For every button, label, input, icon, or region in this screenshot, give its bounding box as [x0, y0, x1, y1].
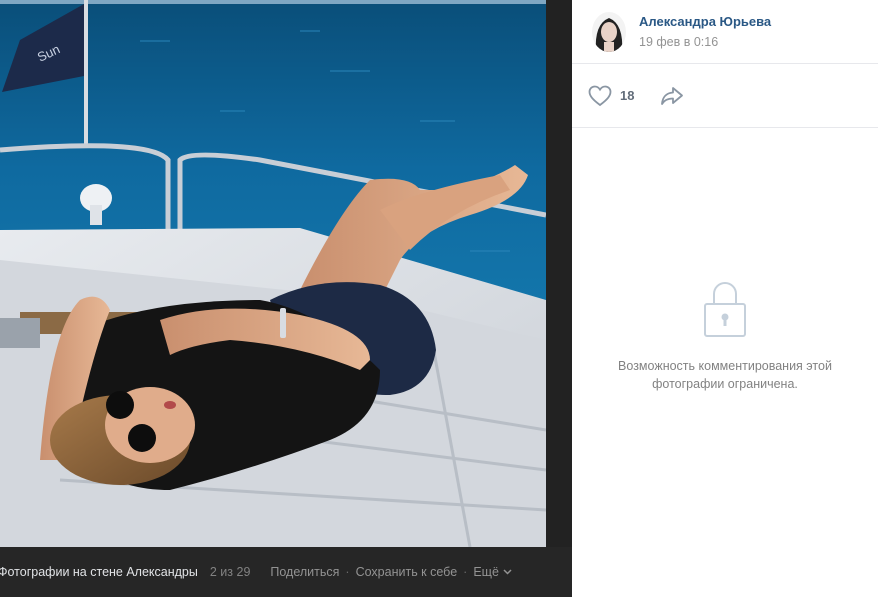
album-title[interactable]: Фотографии на стене Александры: [0, 565, 198, 579]
author-name[interactable]: Александра Юрьева: [639, 13, 771, 31]
like-button[interactable]: 18: [588, 85, 634, 107]
lock-icon: [704, 282, 746, 337]
save-to-my-photos-link[interactable]: Сохранить к себе: [356, 565, 458, 579]
like-count: 18: [620, 88, 635, 103]
photo[interactable]: Sun: [0, 0, 546, 547]
photo-viewer: Sun Фотографии на стене Александры 2 из …: [0, 0, 572, 597]
more-menu-button[interactable]: Ещё: [473, 565, 512, 579]
viewer-footer: Фотографии на стене Александры 2 из 29 П…: [0, 547, 572, 597]
photo-info-panel: Александра Юрьева 19 фев в 0:16 18 Возмо…: [572, 0, 878, 597]
photo-counter: 2 из 29: [209, 565, 251, 579]
separator-dot: ·: [345, 565, 350, 579]
author-header: Александра Юрьева 19 фев в 0:16: [572, 0, 878, 64]
more-label: Ещё: [473, 565, 499, 579]
avatar[interactable]: [592, 11, 626, 52]
comments-locked: Возможность комментирования этой фотогра…: [572, 280, 878, 393]
separator-dot: ·: [463, 565, 468, 579]
share-link[interactable]: Поделиться: [270, 565, 339, 579]
heart-icon: [588, 85, 612, 106]
post-actions: 18: [572, 64, 878, 128]
share-arrow-icon: [661, 86, 684, 105]
footer-actions: Поделиться · Сохранить к себе · Ещё: [270, 565, 512, 579]
author-meta: Александра Юрьева 19 фев в 0:16: [639, 13, 771, 51]
post-date[interactable]: 19 фев в 0:16: [639, 33, 771, 51]
comments-locked-text: Возможность комментирования этой фотогра…: [618, 359, 832, 391]
share-button[interactable]: [660, 86, 684, 106]
chevron-down-icon: [503, 569, 512, 575]
